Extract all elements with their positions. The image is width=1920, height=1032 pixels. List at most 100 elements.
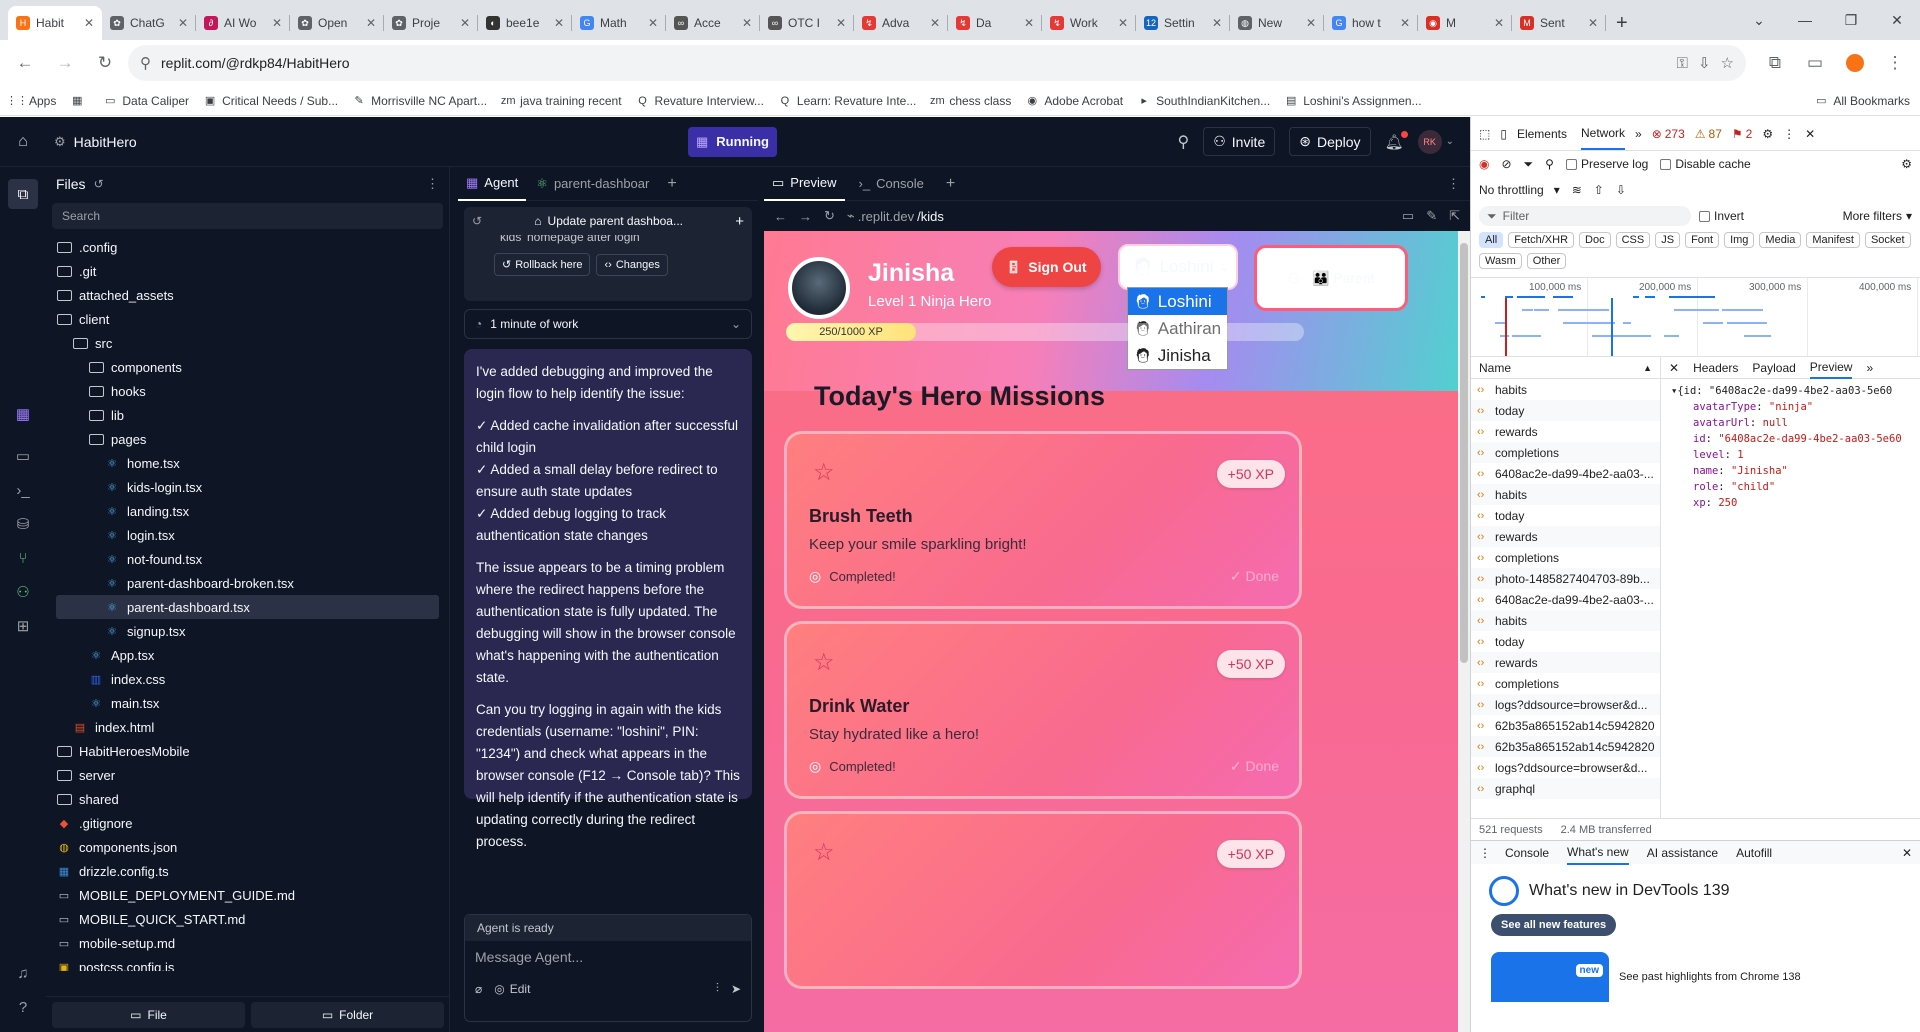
close-tab-icon[interactable]: ✕: [460, 16, 470, 30]
parent-mode-button[interactable]: ⚇ 👪 Parent: [1254, 245, 1408, 311]
star-icon[interactable]: ☆: [813, 648, 835, 677]
request-row[interactable]: ‹› logs?ddsource=browser&d...: [1471, 757, 1660, 778]
request-row[interactable]: ‹› today: [1471, 631, 1660, 652]
request-row[interactable]: ‹› rewards: [1471, 421, 1660, 442]
new-chat-icon[interactable]: +: [735, 213, 744, 230]
more-tabs-icon[interactable]: »: [1866, 361, 1873, 375]
file-item[interactable]: ⚛ home.tsx: [56, 451, 449, 475]
request-row[interactable]: ‹› graphql: [1471, 778, 1660, 799]
file-item[interactable]: ▦ drizzle.config.ts: [56, 859, 449, 883]
request-row[interactable]: ‹› logs?ddsource=browser&d...: [1471, 694, 1660, 715]
type-filter-chip[interactable]: Manifest: [1806, 232, 1860, 248]
file-item[interactable]: ⚛ not-found.tsx: [56, 547, 449, 571]
file-item[interactable]: ◍ components.json: [56, 835, 449, 859]
preview-menu-icon[interactable]: ⋮: [1447, 176, 1460, 192]
open-new-window-icon[interactable]: ⇱: [1449, 208, 1460, 224]
all-bookmarks[interactable]: ▭ All Bookmarks: [1814, 94, 1910, 108]
bookmark-item[interactable]: ✎ Morrisville NC Apart...: [352, 94, 488, 108]
folder-item[interactable]: attached_assets: [56, 283, 449, 307]
folder-item[interactable]: HabitHeroesMobile: [56, 739, 449, 763]
bookmark-item[interactable]: ▭ Data Caliper: [103, 94, 189, 108]
folder-item[interactable]: .config: [56, 235, 449, 259]
request-row[interactable]: ‹› completions: [1471, 547, 1660, 568]
request-row[interactable]: ‹› completions: [1471, 673, 1660, 694]
browser-tab[interactable]: ✿ ChatG ✕: [102, 6, 196, 40]
close-tab-icon[interactable]: ✕: [366, 16, 376, 30]
devtools-menu-icon[interactable]: ⋮: [1783, 127, 1795, 141]
file-item[interactable]: ⚛ kids-login.tsx: [56, 475, 449, 499]
file-item[interactable]: ▭ MOBILE_DEPLOYMENT_GUIDE.md: [56, 883, 449, 907]
browser-tab[interactable]: ↯ Adva ✕: [854, 6, 948, 40]
file-item[interactable]: ▥ index.css: [56, 667, 449, 691]
extensions-icon[interactable]: ⧉: [1758, 46, 1792, 80]
file-item[interactable]: ⚛ parent-dashboard-broken.tsx: [56, 571, 449, 595]
drawer-tab[interactable]: Console: [1505, 842, 1549, 864]
git-tool-icon[interactable]: ⑂: [8, 543, 38, 573]
sidepanel-icon[interactable]: ▭: [1798, 46, 1832, 80]
inspect-icon[interactable]: ⬚: [1479, 127, 1490, 141]
clear-icon[interactable]: ⊘: [1501, 157, 1511, 171]
browser-tab[interactable]: H Habit ✕: [8, 6, 102, 40]
preview-back-icon[interactable]: ←: [774, 209, 787, 224]
close-tab-icon[interactable]: ✕: [930, 16, 940, 30]
forward-icon[interactable]: →: [48, 46, 82, 80]
bookmark-item[interactable]: zm chess class: [930, 94, 1011, 108]
all-tools-icon[interactable]: ⊞: [8, 611, 38, 641]
agent-tool-icon[interactable]: ▦: [8, 399, 38, 429]
folder-item[interactable]: lib: [56, 403, 449, 427]
network-settings-icon[interactable]: ⚙: [1901, 157, 1912, 171]
close-tab-icon[interactable]: ✕: [84, 16, 94, 30]
message-input[interactable]: Message Agent...: [465, 941, 751, 981]
folder-item[interactable]: hooks: [56, 379, 449, 403]
mission-card[interactable]: ☆ +50 XP Drink Water Stay hydrated like a h…: [784, 621, 1302, 799]
bookmark-item[interactable]: ▦: [70, 94, 89, 108]
omnibox[interactable]: ⚲ replit.com/@rdkp84/HabitHero ⚿ ⇩ ☆: [128, 45, 1746, 81]
attach-icon[interactable]: ⌀: [475, 982, 482, 996]
changes-button[interactable]: ‹› Changes: [596, 253, 668, 276]
kid-option[interactable]: 🧑︎ Jinisha: [1128, 342, 1227, 369]
network-filter-input[interactable]: ⏷ Filter: [1479, 206, 1691, 226]
see-all-features-button[interactable]: See all new features: [1491, 914, 1617, 936]
star-icon[interactable]: ☆: [813, 458, 835, 487]
close-window-button[interactable]: ✕: [1874, 0, 1920, 40]
folder-item[interactable]: shared: [56, 787, 449, 811]
restore-button[interactable]: ❐: [1828, 0, 1874, 40]
file-item[interactable]: ◆ .gitignore: [56, 811, 449, 835]
bookmark-item[interactable]: Q Revature Interview...: [636, 94, 764, 108]
more-tabs-icon[interactable]: »: [1635, 127, 1642, 141]
detail-tab[interactable]: Preview: [1809, 357, 1853, 379]
close-tab-icon[interactable]: ✕: [1588, 16, 1598, 30]
folder-item[interactable]: server: [56, 763, 449, 787]
home-icon[interactable]: ⌂: [0, 133, 46, 151]
devtools-icon[interactable]: ✎: [1426, 208, 1437, 224]
files-tool-icon[interactable]: ⧉: [8, 179, 38, 209]
type-filter-chip[interactable]: Img: [1724, 232, 1755, 248]
browser-tab[interactable]: ✿ Proje ✕: [384, 6, 478, 40]
deploy-button[interactable]: ⊛ Deploy: [1289, 127, 1371, 156]
close-tab-icon[interactable]: ✕: [1400, 16, 1410, 30]
device-icon[interactable]: ▭: [1402, 208, 1414, 224]
network-conditions-icon[interactable]: ≋: [1572, 183, 1582, 197]
reload-icon[interactable]: ↻: [88, 46, 122, 80]
history-icon[interactable]: ↺: [472, 214, 482, 228]
mission-card[interactable]: ☆ +50 XP: [784, 811, 1302, 989]
settings-sliders-icon[interactable]: ⫶: [716, 981, 719, 996]
type-filter-chip[interactable]: Font: [1685, 232, 1720, 248]
preserve-log-checkbox[interactable]: Preserve log: [1565, 157, 1648, 171]
browser-tab[interactable]: ∞ Acce ✕: [666, 6, 760, 40]
file-item[interactable]: ⚛ App.tsx: [56, 643, 449, 667]
new-file-button[interactable]: ▭ File: [52, 1001, 245, 1028]
browser-tab[interactable]: ◉ M ✕: [1418, 6, 1512, 40]
file-item[interactable]: ▭ mobile-setup.md: [56, 931, 449, 955]
request-row[interactable]: ‹› 62b35a865152ab14c5942820: [1471, 715, 1660, 736]
request-row[interactable]: ‹› rewards: [1471, 652, 1660, 673]
shell-tool-icon[interactable]: ›_: [8, 475, 38, 505]
file-item[interactable]: ⚛ parent-dashboard.tsx: [56, 595, 439, 619]
browser-tab[interactable]: G Math ✕: [572, 6, 666, 40]
kid-select[interactable]: 🧑︎ Loshini ⌄: [1118, 244, 1238, 290]
bookmark-item[interactable]: ◉ Adobe Acrobat: [1025, 94, 1124, 108]
close-tab-icon[interactable]: ✕: [1024, 16, 1034, 30]
request-row[interactable]: ‹› completions: [1471, 442, 1660, 463]
browser-tab[interactable]: ↯ Da ✕: [948, 6, 1042, 40]
new-tab-icon[interactable]: +: [667, 175, 676, 193]
